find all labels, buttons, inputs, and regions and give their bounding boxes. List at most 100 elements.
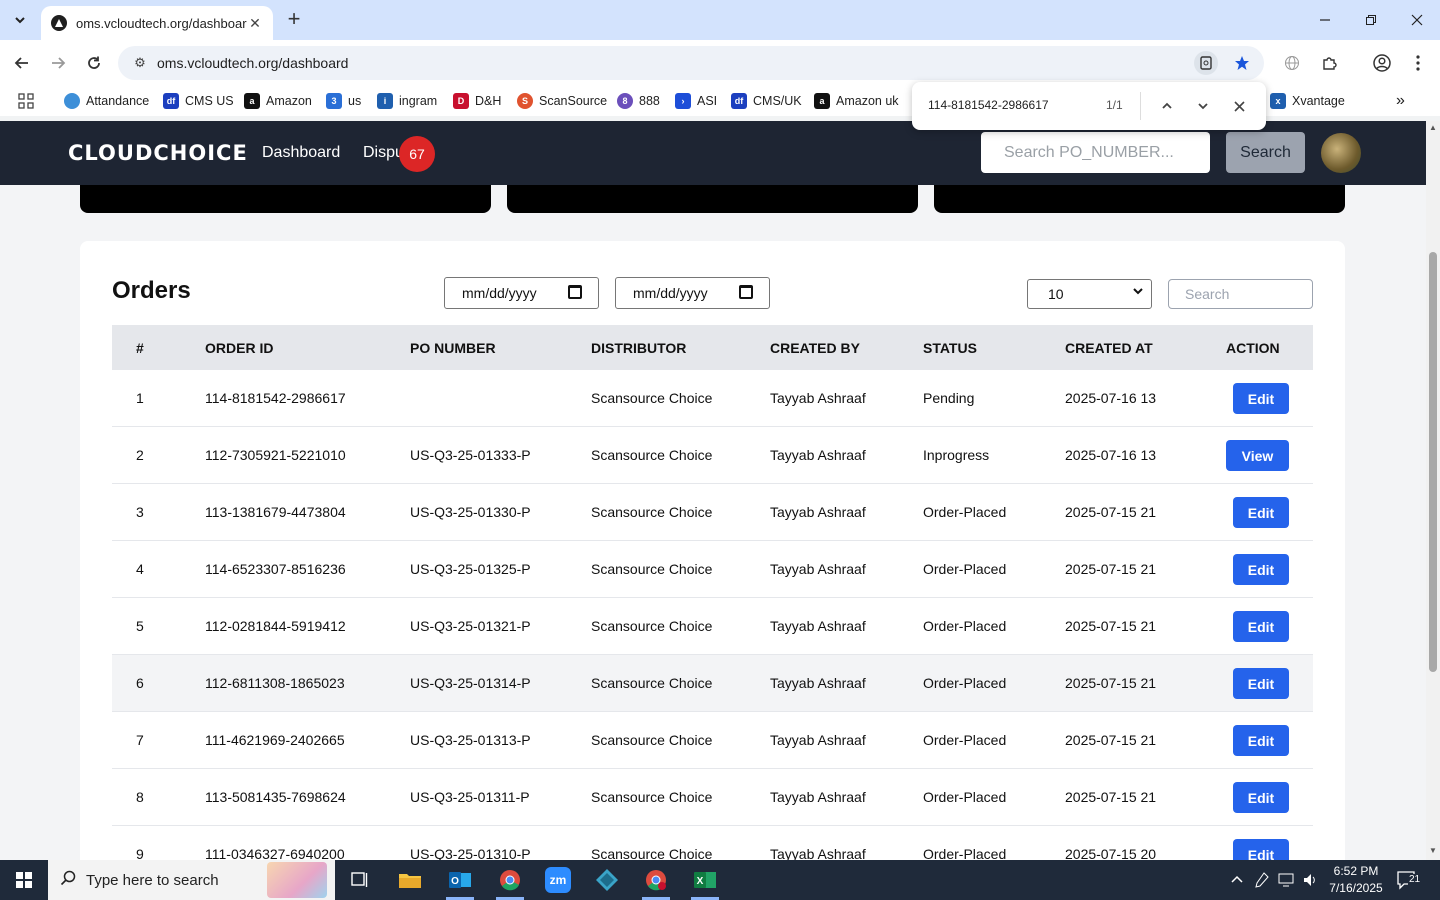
app-diamond-icon[interactable] [587, 864, 627, 896]
col-header-action: ACTION [1226, 340, 1280, 356]
browser-menu-icon[interactable] [1406, 51, 1430, 75]
zoom-icon[interactable]: zm [538, 864, 578, 896]
network-icon[interactable] [1278, 860, 1296, 900]
nav-dashboard-link[interactable]: Dashboard [262, 144, 340, 162]
minimize-button[interactable] [1302, 0, 1348, 40]
created-by-cell: Tayyab Ashraaf [770, 789, 866, 805]
outlook-icon[interactable]: O [440, 864, 480, 900]
row-index: 4 [136, 561, 144, 577]
scroll-down-icon[interactable]: ▼ [1426, 846, 1440, 855]
bookmark-item[interactable]: df CMS US [163, 91, 234, 111]
chevron-down-icon [15, 17, 25, 24]
nav-disputes-link[interactable]: Dispu [363, 144, 404, 162]
created-by-cell: Tayyab Ashraaf [770, 561, 866, 577]
bookmark-star-icon[interactable] [1230, 51, 1254, 75]
new-tab-button[interactable]: + [281, 7, 307, 33]
reload-button[interactable] [80, 49, 108, 77]
chrome-profile-icon[interactable] [636, 864, 676, 900]
bookmark-label: D&H [475, 94, 502, 108]
col-header-po-number: PO NUMBER [410, 340, 496, 356]
po-search-button[interactable]: Search [1226, 132, 1305, 173]
taskbar-clock[interactable]: 6:52 PM 7/16/2025 [1322, 863, 1390, 897]
page-scrollbar[interactable]: ▲ ▼ [1426, 121, 1440, 860]
user-avatar[interactable] [1321, 133, 1361, 173]
extensions-puzzle-icon[interactable] [1317, 51, 1341, 75]
date-from-input[interactable]: mm/dd/yyyy [444, 277, 599, 309]
table-row: 1 114-8181542-2986617 Scansource Choice Tay… [112, 370, 1313, 427]
browser-tab-strip: oms.vcloudtech.org/dashboard ✕ + [0, 0, 1440, 40]
orders-search-input[interactable] [1168, 279, 1313, 309]
bookmark-item[interactable]: x Xvantage [1270, 91, 1345, 111]
bookmark-item[interactable]: 8 888 [617, 91, 660, 111]
po-number-search-input[interactable] [981, 132, 1210, 173]
edit-order-button[interactable]: Edit [1233, 554, 1289, 585]
file-explorer-icon[interactable] [390, 864, 430, 896]
show-hidden-icons-chevron-icon[interactable] [1230, 860, 1244, 900]
tab-title: oms.vcloudtech.org/dashboard [76, 15, 247, 31]
find-next-button[interactable] [1191, 94, 1215, 118]
tab-search-button[interactable] [6, 6, 34, 34]
scroll-up-icon[interactable]: ▲ [1426, 123, 1440, 132]
bookmark-item[interactable]: 3 us [326, 91, 361, 111]
task-view-icon[interactable] [340, 864, 380, 896]
more-bookmarks-icon[interactable]: » [1396, 91, 1405, 111]
bookmark-item[interactable]: S ScanSource [517, 91, 607, 111]
edit-order-button[interactable]: Edit [1233, 383, 1289, 414]
bookmark-item[interactable]: i ingram [377, 91, 437, 111]
tab-close-icon[interactable]: ✕ [247, 15, 263, 32]
find-query-input[interactable]: 114-8181542-2986617 [928, 98, 1049, 112]
view-order-button[interactable]: View [1226, 440, 1289, 471]
globe-extension-icon[interactable] [1280, 51, 1304, 75]
edit-order-button[interactable]: Edit [1233, 839, 1289, 860]
restore-button[interactable] [1348, 0, 1394, 40]
edit-order-button[interactable]: Edit [1233, 782, 1289, 813]
notification-center-icon[interactable]: 21 [1396, 860, 1422, 900]
volume-icon[interactable] [1302, 860, 1318, 900]
forward-button[interactable] [44, 49, 72, 77]
back-button[interactable] [8, 49, 36, 77]
bookmark-item[interactable]: df CMS/UK [731, 91, 802, 111]
pen-icon[interactable] [1255, 860, 1269, 900]
edit-order-button[interactable]: Edit [1233, 611, 1289, 642]
restore-icon [1366, 15, 1376, 25]
calendar-icon[interactable] [568, 285, 582, 299]
find-previous-button[interactable] [1155, 94, 1179, 118]
svg-text:O: O [451, 876, 459, 887]
bookmark-label: Xvantage [1292, 94, 1345, 108]
bookmark-item[interactable]: D D&H [453, 91, 501, 111]
profile-icon[interactable] [1370, 51, 1394, 75]
find-in-page-icon[interactable] [1194, 51, 1218, 75]
bookmark-item[interactable]: a Amazon [244, 91, 312, 111]
page-size-select[interactable]: 10 [1027, 279, 1152, 309]
apps-grid-icon[interactable] [18, 91, 34, 111]
bookmark-item[interactable]: Attandance [64, 91, 149, 111]
created-at-cell: 2025-07-15 20 [1065, 846, 1157, 860]
find-close-button[interactable] [1227, 94, 1251, 118]
start-button[interactable] [0, 860, 48, 900]
po-number-cell: US-Q3-25-01333-P [410, 447, 531, 463]
bookmark-item[interactable]: › ASI [675, 91, 717, 111]
chrome-icon[interactable] [490, 864, 530, 900]
edit-order-button[interactable]: Edit [1233, 725, 1289, 756]
calendar-icon[interactable] [739, 285, 753, 299]
distributor-cell: Scansource Choice [591, 447, 713, 463]
address-bar[interactable]: ⚙ oms.vcloudtech.org/dashboard [118, 46, 1264, 80]
edit-order-button[interactable]: Edit [1233, 668, 1289, 699]
status-cell: Order-Placed [923, 561, 1007, 577]
orders-table-header: # ORDER ID PO NUMBER DISTRIBUTOR CREATED… [112, 325, 1313, 370]
orders-panel: Orders mm/dd/yyyy mm/dd/yyyy 10 # ORDER … [80, 241, 1345, 860]
date-to-input[interactable]: mm/dd/yyyy [615, 277, 770, 309]
order-id-cell: 113-5081435-7698624 [205, 789, 346, 805]
edit-order-button[interactable]: Edit [1233, 497, 1289, 528]
excel-icon[interactable]: X [685, 864, 725, 900]
browser-tab-active[interactable]: oms.vcloudtech.org/dashboard ✕ [41, 6, 273, 40]
find-bar: 114-8181542-2986617 1/1 [912, 82, 1266, 130]
cloudchoice-logo[interactable]: CLOUDCHOICE [68, 141, 248, 165]
site-info-icon[interactable]: ⚙ [128, 55, 152, 71]
bookmark-item[interactable]: a Amazon uk [814, 91, 899, 111]
taskbar-search-box[interactable]: Type here to search [48, 860, 335, 900]
clock-date: 7/16/2025 [1329, 881, 1383, 895]
close-window-button[interactable] [1394, 0, 1440, 40]
col-header-distributor: DISTRIBUTOR [591, 340, 687, 356]
scrollbar-thumb[interactable] [1429, 252, 1437, 672]
